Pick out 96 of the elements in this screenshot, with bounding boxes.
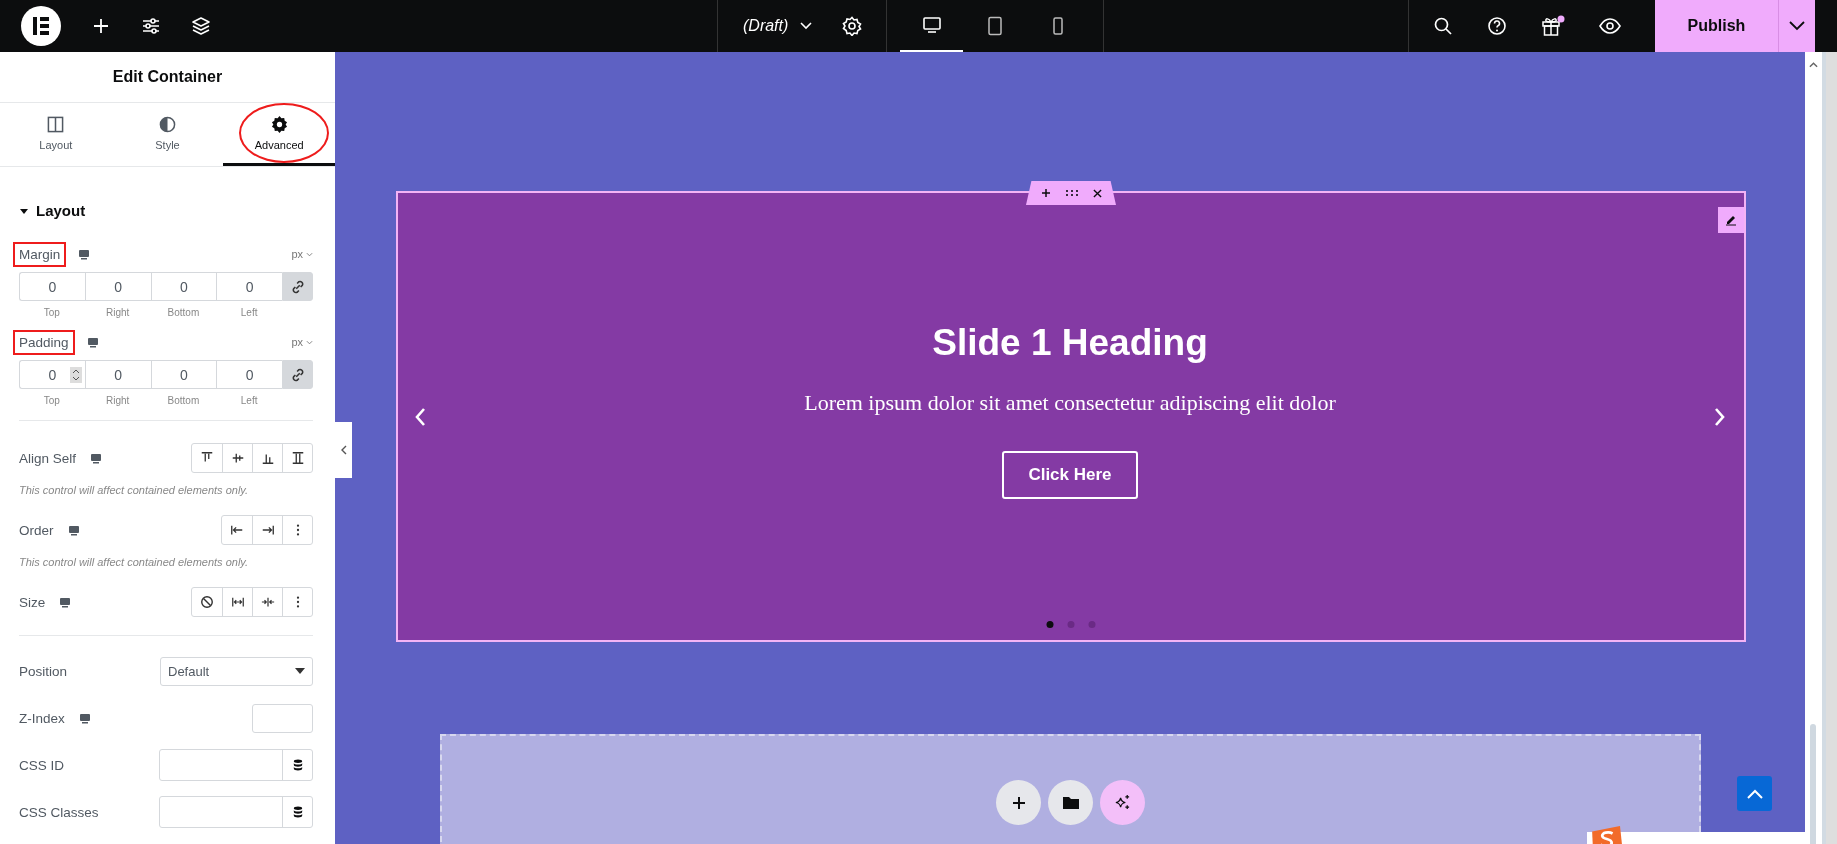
slider-container[interactable]: Slide 1 Heading Lorem ipsum dolor sit amet consectetur adipiscing elit dolor Click Here: [396, 191, 1746, 642]
order-end-icon: [260, 523, 275, 537]
help-text: This control will affect contained elements only.: [19, 556, 250, 568]
field-caption: Right: [105, 307, 130, 318]
search-icon[interactable]: [1433, 16, 1453, 36]
control-label: Size: [19, 594, 46, 610]
desktop-icon: [59, 596, 72, 608]
folder-icon: [1062, 796, 1079, 809]
unit-selector[interactable]: px: [291, 336, 313, 348]
field-caption: Top: [43, 307, 60, 318]
chevron-up-icon: [1746, 788, 1763, 799]
add-container-button[interactable]: [996, 780, 1041, 825]
help-text: This control will affect contained elements only.: [19, 484, 250, 496]
preview-eye-icon[interactable]: [1599, 18, 1621, 34]
scroll-to-top-button[interactable]: [1737, 776, 1772, 811]
desktop-icon: [86, 336, 99, 348]
field-caption: Left: [240, 395, 258, 406]
settings-icon[interactable]: [842, 16, 863, 36]
order-start-icon: [230, 523, 244, 537]
container-handle[interactable]: [1026, 181, 1116, 205]
control-label: Position: [19, 663, 68, 679]
chevron-down-icon: [800, 22, 813, 30]
unit-selector[interactable]: px: [291, 248, 313, 260]
control-label: Padding: [13, 329, 75, 355]
desktop-icon: [67, 524, 80, 536]
field-caption: Left: [240, 307, 258, 318]
link-icon: [290, 279, 305, 294]
field-caption: Right: [105, 395, 130, 406]
control-label: Align Self: [19, 450, 77, 466]
half-circle-icon: [159, 115, 176, 133]
pagination-dot[interactable]: [1067, 621, 1075, 628]
chevron-left-icon: [340, 445, 347, 455]
database-icon: [292, 759, 303, 771]
document-status-dropdown[interactable]: (Draft): [743, 17, 813, 35]
gift-icon[interactable]: [1541, 15, 1565, 37]
desktop-icon: [921, 15, 942, 35]
slide-description: Lorem ipsum dolor sit amet consectetur adipiscing elit dolor: [804, 390, 1336, 416]
field-caption: Bottom: [167, 307, 200, 318]
logo-icon[interactable]: [21, 6, 61, 46]
control-label: CSS ID: [19, 757, 64, 773]
number-field[interactable]: 0: [84, 360, 151, 389]
align-stretch-icon: [290, 451, 305, 465]
link-values-button[interactable]: [282, 360, 313, 389]
chevron-up-icon[interactable]: [1809, 62, 1818, 68]
panel-tab[interactable]: Style: [111, 103, 224, 166]
number-field[interactable]: 0: [19, 272, 85, 301]
database-icon: [292, 806, 303, 818]
pagination-dot[interactable]: [1088, 621, 1096, 628]
position-select[interactable]: Default: [160, 656, 313, 686]
slide-button[interactable]: Click Here: [1002, 451, 1138, 499]
chevron-down-icon: [306, 339, 313, 345]
number-field[interactable]: 0: [19, 360, 85, 389]
number-field[interactable]: 0: [150, 360, 217, 389]
pencil-icon: [1725, 214, 1737, 226]
link-values-button[interactable]: [282, 272, 313, 301]
shrink-icon: [260, 595, 275, 609]
control-label: Z-Index: [19, 710, 65, 726]
link-icon: [290, 367, 305, 382]
edit-widget-button[interactable]: [1718, 207, 1744, 233]
close-icon[interactable]: [1092, 188, 1102, 198]
control-label: Order: [19, 522, 54, 538]
grow-icon: [230, 595, 245, 609]
number-field[interactable]: 0: [150, 272, 217, 301]
field-caption: Bottom: [167, 395, 200, 406]
desktop-icon: [90, 452, 103, 464]
field-caption: Top: [43, 395, 60, 406]
columns-icon: [47, 115, 65, 133]
align-center-icon: [230, 451, 245, 465]
drag-handle-icon[interactable]: [1064, 189, 1079, 197]
input-field[interactable]: [252, 703, 313, 733]
chevron-down-icon: [1789, 21, 1805, 31]
panel-tab[interactable]: Layout: [0, 103, 112, 166]
pagination-dot[interactable]: [1046, 621, 1054, 628]
publish-button[interactable]: Publish: [1655, 0, 1778, 52]
chevron-down-icon: [306, 251, 313, 257]
publish-options-button[interactable]: [1778, 0, 1815, 52]
desktop-icon: [78, 248, 91, 260]
ai-button[interactable]: [1100, 780, 1145, 825]
control-label: Margin: [13, 241, 67, 267]
gear-icon: [270, 115, 288, 133]
sliders-icon[interactable]: [141, 16, 161, 36]
number-field[interactable]: 0: [84, 272, 151, 301]
align-start-icon: [200, 451, 214, 465]
layers-icon[interactable]: [191, 16, 211, 36]
caret-icon: [295, 668, 305, 674]
template-library-button[interactable]: [1048, 780, 1093, 825]
sparkle-icon: [1114, 794, 1131, 811]
add-icon: [1011, 795, 1026, 810]
add-icon[interactable]: [91, 16, 111, 36]
slide-heading: Slide 1 Heading: [932, 322, 1208, 364]
help-icon[interactable]: [1487, 16, 1507, 36]
add-icon[interactable]: [1040, 188, 1051, 198]
control-label: CSS Classes: [19, 804, 99, 820]
spinner-icon[interactable]: [69, 367, 82, 383]
section-header[interactable]: Layout: [19, 202, 86, 219]
prohibited-icon: [200, 595, 214, 609]
